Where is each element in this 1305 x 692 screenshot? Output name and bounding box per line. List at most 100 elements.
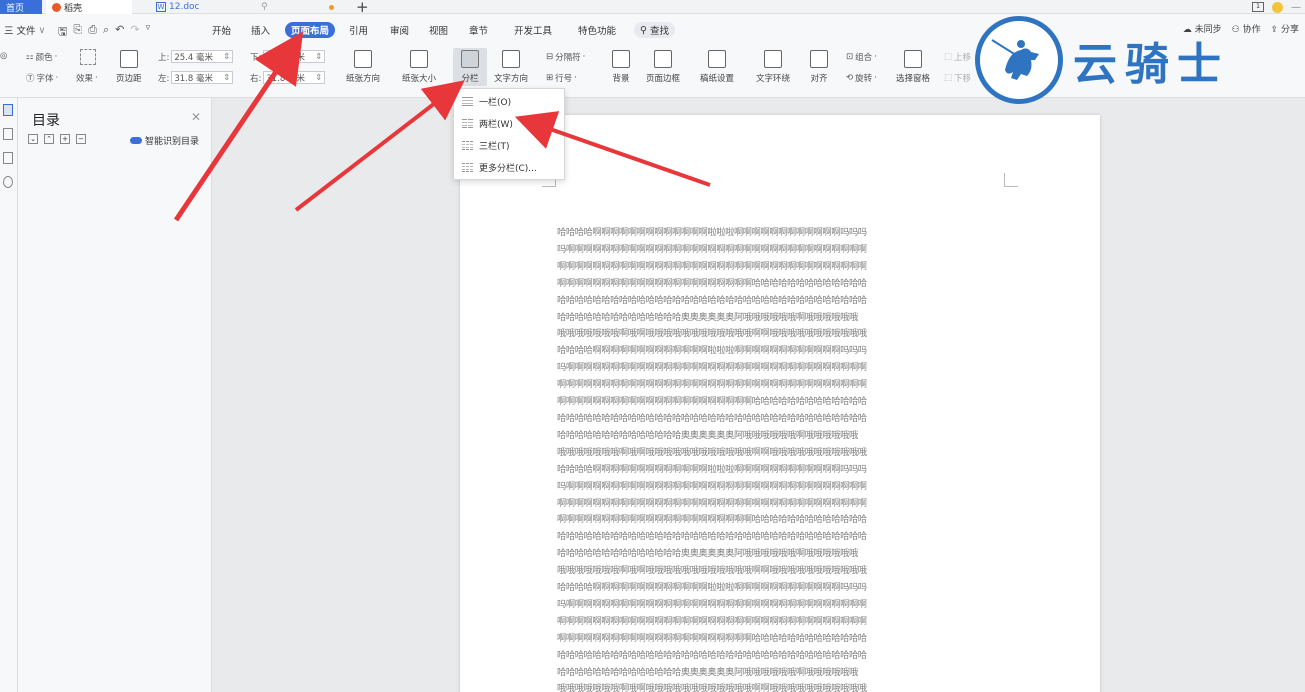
paper-size-button[interactable]: 纸张大小: [402, 50, 436, 84]
background-button[interactable]: 背景: [612, 50, 630, 84]
group-icon: ⊡: [846, 52, 854, 62]
right-margin-label: 右:: [250, 73, 262, 84]
top-margin-field[interactable]: 上: 25.4 毫米 ⇕: [158, 50, 234, 63]
separator-icon: ⊟: [546, 52, 554, 62]
effect-button[interactable]: 效果 ·: [76, 72, 98, 84]
print-preview-icon[interactable]: ⌕: [103, 23, 109, 42]
undo-icon[interactable]: ↶: [115, 23, 124, 42]
remove-heading-icon[interactable]: −: [76, 134, 86, 144]
daoke-icon: [52, 2, 61, 12]
align-icon: [810, 50, 828, 68]
document-line: 吗啊啊啊啊啊啊啊啊啊啊啊啊啊啊啊啊啊啊啊啊啊啊啊啊啊啊啊啊啊啊啊啊啊啊: [557, 480, 867, 492]
manuscript-button[interactable]: 稿纸设置: [700, 50, 734, 84]
columns-more-option[interactable]: 更多分栏(C)...: [454, 156, 564, 178]
text-direction-icon: [502, 50, 520, 68]
text-wrap-button[interactable]: 文字环绕: [756, 50, 790, 84]
page-border-icon: [654, 50, 672, 68]
document-body[interactable]: 哈哈哈哈啊啊啊啊啊啊啊啊啊啊啊啊啊啦啦啦啊啊啊啊啊啊啊啊啊啊啊啊吗吗吗 吗啊啊啊啊…: [557, 225, 1003, 692]
menu-view[interactable]: 视图: [425, 22, 452, 38]
close-icon[interactable]: ✕: [191, 110, 201, 124]
selection-pane-button[interactable]: 选择窗格: [896, 50, 930, 84]
rotate-label: 旋转: [855, 74, 873, 84]
columns-button[interactable]: 分栏: [453, 48, 487, 86]
document-line: 哦哦哦哦哦哦哦啊哦啊哦哦哦哦哦哦哦哦哦哦哦哦啊啊哦哦哦哦哦哦哦哦哦哦哦: [557, 446, 867, 458]
three-column-icon: [462, 140, 473, 150]
smart-toc-button[interactable]: 智能识别目录: [130, 134, 199, 147]
save-icon[interactable]: 🖫: [58, 23, 67, 42]
line-number-button[interactable]: ⊞ 行号 ·: [546, 72, 577, 84]
paper-size-label: 纸张大小: [402, 74, 437, 84]
bottom-margin-value: 25.4 毫米: [266, 52, 306, 63]
menu-features[interactable]: 特色功能: [574, 22, 620, 38]
text-direction-button[interactable]: 文字方向: [494, 50, 528, 84]
left-margin-label: 左:: [158, 73, 170, 84]
columns-one-label: 一栏(O): [479, 97, 512, 108]
document-line: 哈哈哈哈啊啊啊啊啊啊啊啊啊啊啊啊啊啦啦啦啊啊啊啊啊啊啊啊啊啊啊啊吗吗吗: [557, 345, 867, 357]
export-icon[interactable]: ⎘: [73, 23, 82, 42]
menu-chapter[interactable]: 章节: [465, 22, 492, 38]
bottom-margin-field[interactable]: 下: 25.4 毫米 ⇕: [250, 50, 326, 63]
selection-pane-label: 选择窗格: [896, 74, 931, 84]
search-box[interactable]: ⚲ 查找: [634, 22, 675, 38]
menu-developer[interactable]: 开发工具: [510, 22, 556, 38]
bring-forward-label: 上移: [954, 53, 972, 63]
text-direction-label: 文字方向: [494, 74, 529, 84]
document-line: 哈哈哈哈哈哈哈哈哈哈哈哈哈哈哈哈哈哈哈哈哈哈哈哈哈哈哈哈哈哈哈哈哈哈哈: [557, 294, 867, 306]
search-nav-icon[interactable]: [3, 176, 13, 188]
columns-two-option[interactable]: 两栏(W): [454, 112, 564, 134]
columns-three-option[interactable]: 三栏(T): [454, 134, 564, 156]
separator-button[interactable]: ⊟ 分隔符 ·: [546, 51, 585, 63]
bookmark-nav-icon[interactable]: [3, 152, 13, 164]
text-wrap-label: 文字环绕: [756, 74, 791, 84]
columns-one-option[interactable]: 一栏(O): [454, 90, 564, 112]
tab-home[interactable]: 首页: [0, 0, 42, 14]
redo-icon[interactable]: ↷: [130, 23, 139, 42]
send-backward-button[interactable]: ⬚ 下移: [944, 72, 971, 84]
menu-page-layout[interactable]: 页面布局: [285, 22, 336, 38]
doc-tab-label: 12.doc: [169, 2, 200, 12]
align-button[interactable]: 对齐: [810, 50, 828, 84]
document-line: 啊啊啊啊啊啊啊啊啊啊啊啊啊啊啊啊啊啊啊啊啊啊哈哈哈哈哈哈哈哈哈哈哈哈哈: [557, 396, 867, 408]
page-border-button[interactable]: 页面边框: [646, 50, 680, 84]
tab-document[interactable]: W 12.doc ⚲: [150, 0, 340, 14]
logo-text: 云骑士: [1073, 39, 1229, 90]
tab-daoke[interactable]: 稻壳: [46, 0, 132, 14]
line-number-icon: ⊞: [546, 73, 554, 83]
document-line: 哈哈哈哈哈哈哈哈哈哈哈哈哈哈哈哈哈哈哈哈哈哈哈哈哈哈哈哈哈哈哈哈哈哈哈: [557, 649, 867, 661]
right-margin-field[interactable]: 右: 31.8 毫米 ⇕: [250, 71, 326, 84]
more-columns-icon: [462, 162, 473, 172]
file-menu[interactable]: 三 文件 ∨: [0, 22, 50, 38]
bring-forward-button[interactable]: ⬚ 上移: [944, 51, 971, 63]
minimize-icon[interactable]: —: [1291, 2, 1301, 13]
add-heading-icon[interactable]: +: [60, 134, 70, 144]
collapse-all-icon[interactable]: ⌃: [44, 134, 54, 144]
selection-pane-icon: [904, 50, 922, 68]
more-icon[interactable]: ▿: [146, 23, 151, 42]
print-icon[interactable]: ⎙: [88, 23, 97, 42]
menu-insert[interactable]: 插入: [247, 22, 274, 38]
orientation-button[interactable]: 纸张方向: [346, 50, 380, 84]
menu-review[interactable]: 审阅: [386, 22, 413, 38]
orientation-icon: [354, 50, 372, 68]
document-page[interactable]: 哈哈哈哈啊啊啊啊啊啊啊啊啊啊啊啊啊啦啦啦啊啊啊啊啊啊啊啊啊啊啊啊吗吗吗 吗啊啊啊啊…: [460, 115, 1100, 692]
margin-button[interactable]: 页边距: [116, 50, 142, 84]
chapter-nav-icon[interactable]: [3, 128, 13, 140]
watermark-logo: 云骑士: [975, 10, 1275, 105]
color-button[interactable]: ⚏ 颜色 ·: [26, 51, 57, 63]
effect-icon[interactable]: [80, 49, 96, 65]
menu-start[interactable]: 开始: [208, 22, 235, 38]
expand-all-icon[interactable]: ⌄: [28, 134, 38, 144]
rotate-button[interactable]: ⟲ 旋转 ·: [846, 72, 877, 84]
theme-button[interactable]: ◎: [0, 51, 7, 61]
group-button[interactable]: ⊡ 组合 ·: [846, 51, 877, 63]
left-margin-field[interactable]: 左: 31.8 毫米 ⇕: [158, 71, 234, 84]
manuscript-label: 稿纸设置: [700, 74, 735, 84]
font-theme-button[interactable]: Ⓣ 字体 ·: [26, 72, 58, 84]
menu-references[interactable]: 引用: [345, 22, 372, 38]
toc-panel: 目录 ✕ ⌄ ⌃ + − 智能识别目录: [18, 98, 212, 692]
document-line: 哈哈哈哈啊啊啊啊啊啊啊啊啊啊啊啊啊啦啦啦啊啊啊啊啊啊啊啊啊啊啊啊吗吗吗: [557, 227, 867, 238]
two-column-icon: [462, 118, 473, 128]
document-line: 哈哈哈哈哈哈哈哈哈哈哈哈哈哈奥奥奥奥奥奥阿哦哦哦哦哦哦啊哦哦哦哦哦哦: [557, 311, 858, 323]
toc-nav-icon[interactable]: [3, 104, 13, 116]
pin-icon[interactable]: ⚲: [261, 2, 268, 12]
